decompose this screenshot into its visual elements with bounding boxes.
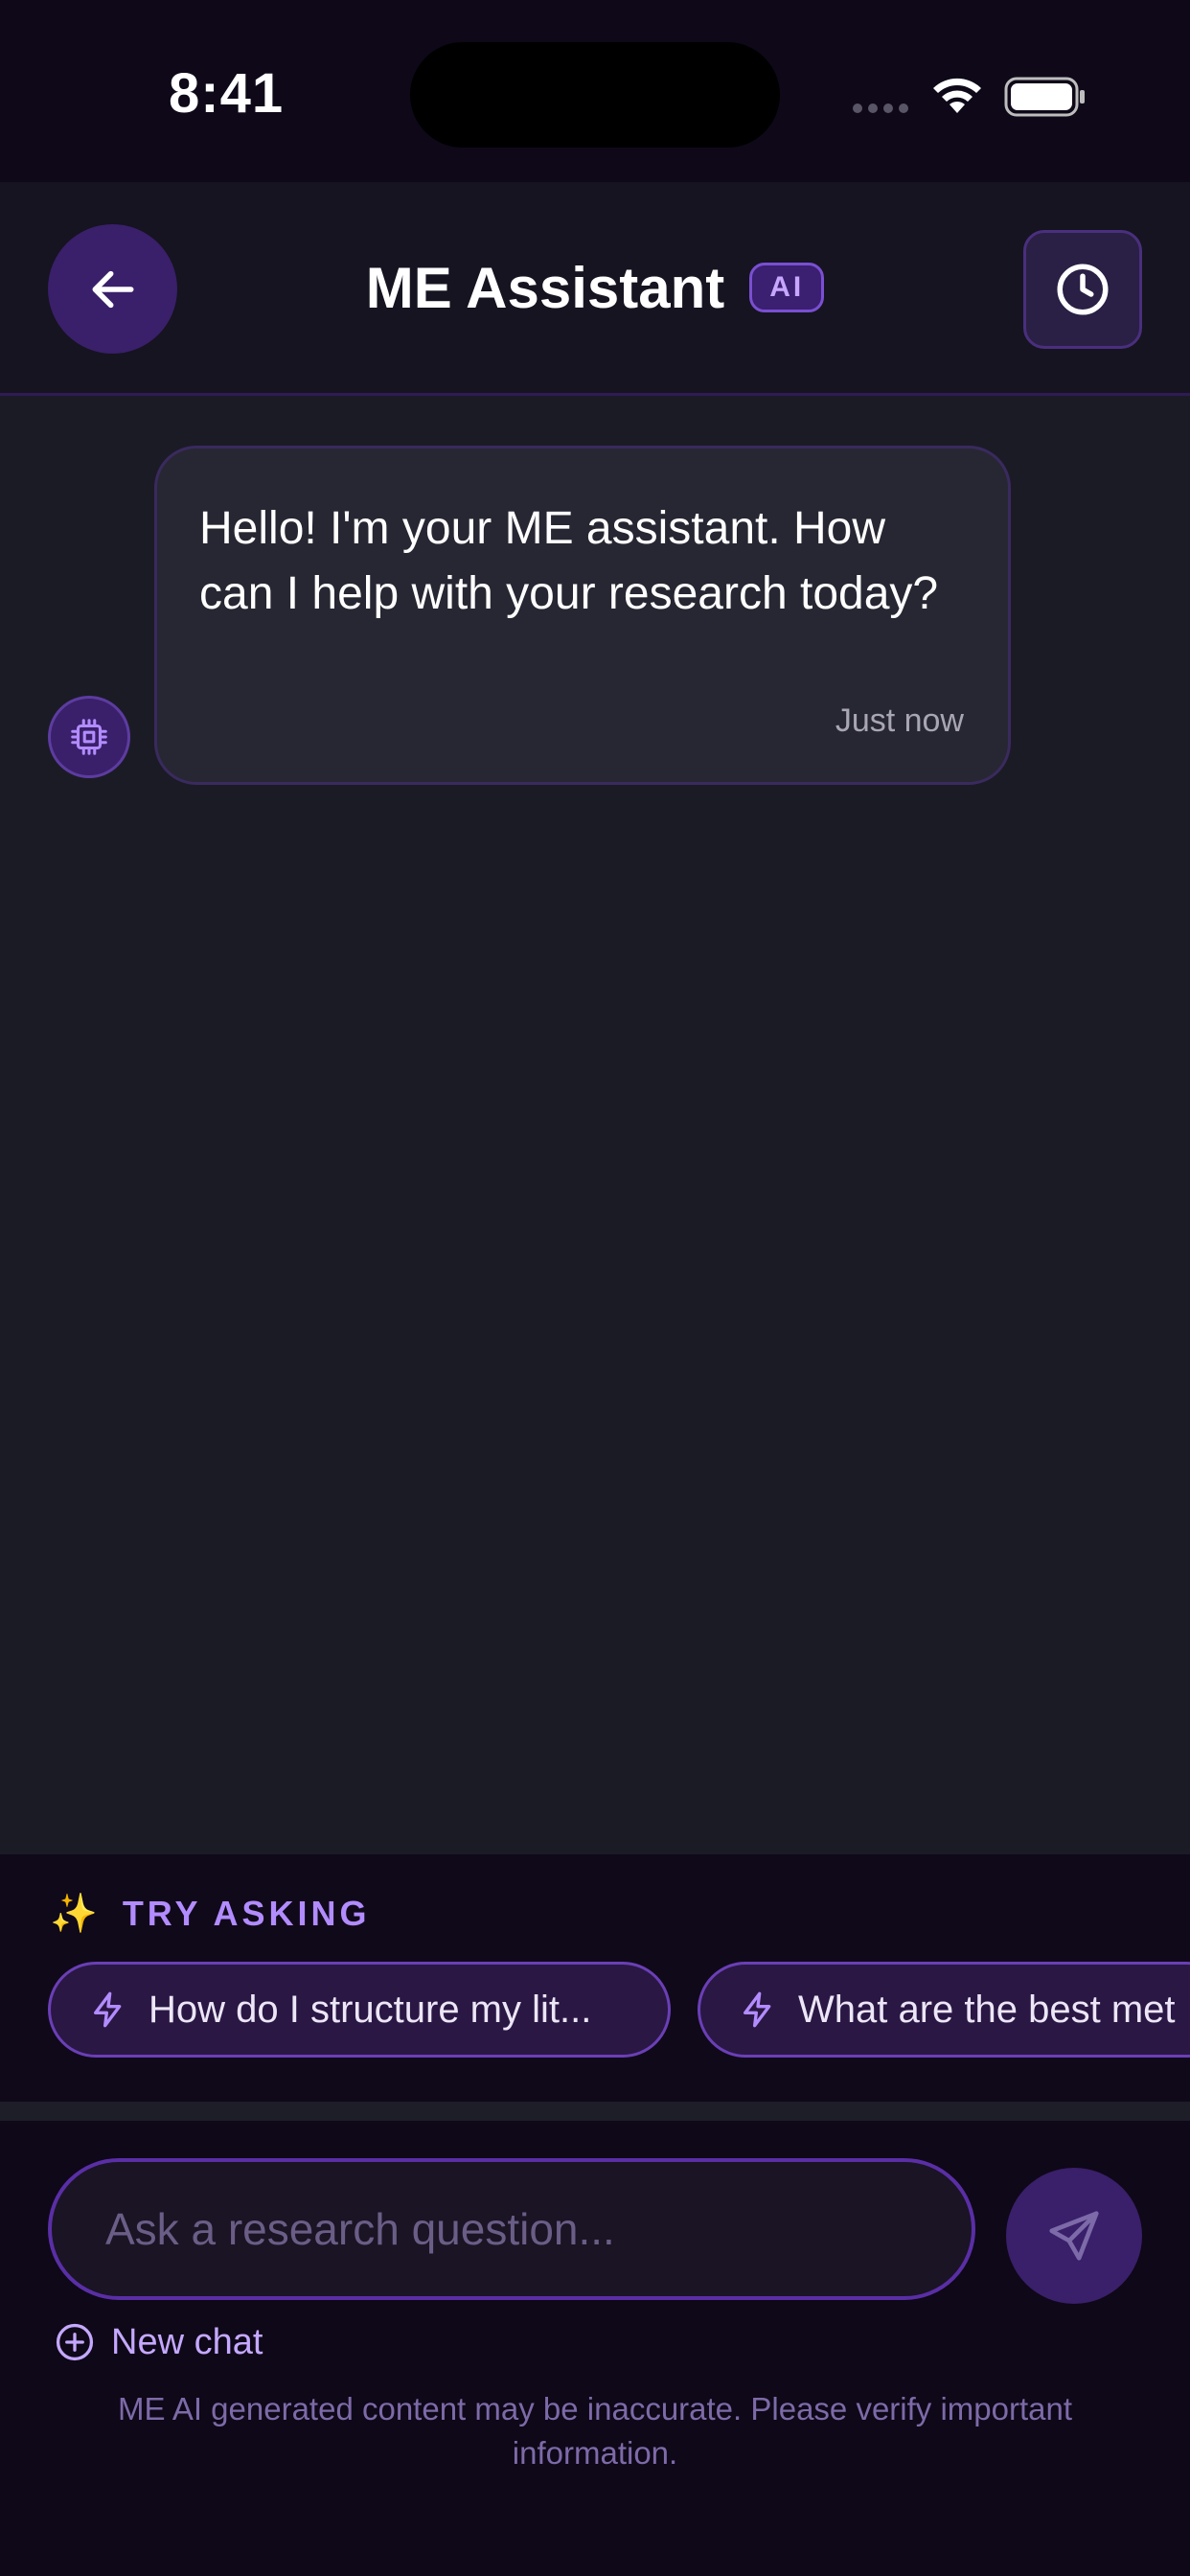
back-button[interactable] [48,224,177,354]
assistant-avatar [48,696,130,778]
message-timestamp: Just now [835,702,964,739]
page-title: ME Assistant [365,255,725,320]
suggestions-header: ✨ TRY ASKING [50,1891,371,1936]
history-button[interactable] [1023,230,1142,349]
suggestion-chip[interactable]: How do I structure my lit... [48,1962,671,2058]
send-button[interactable] [1006,2168,1142,2304]
suggestions-heading: TRY ASKING [122,1893,371,1933]
dynamic-island [410,42,780,148]
header-title-group: ME Assistant AI [0,182,1190,393]
suggestion-chip-label: How do I structure my lit... [149,1988,592,2031]
suggestion-chips: How do I structure my lit... What are th… [48,1962,1190,2058]
status-time: 8:41 [169,62,285,125]
send-icon [1049,2211,1099,2261]
new-chat-label: New chat [111,2321,263,2362]
plus-circle-icon [56,2323,94,2361]
cpu-chip-icon [71,719,107,755]
lightning-icon [744,1991,771,2028]
ai-badge: AI [749,263,825,312]
new-chat-button[interactable]: New chat [54,2321,263,2363]
battery-icon [1004,77,1085,117]
status-bar: 8:41 [0,0,1190,182]
arrow-left-icon [92,270,133,308]
chat-area[interactable]: Hello! I'm your ME assistant. How can I … [0,396,1190,1854]
disclaimer-text: ME AI generated content may be inaccurat… [117,2391,1073,2471]
wifi-icon [933,78,981,113]
lightning-icon [94,1991,122,2028]
clock-icon [1057,264,1109,315]
assistant-message-bubble: Hello! I'm your ME assistant. How can I … [154,446,1011,785]
cellular-signal-icon [853,104,908,113]
suggestion-chip[interactable]: What are the best met [698,1962,1190,2058]
question-input[interactable]: Ask a research question... [48,2158,975,2300]
divider [0,2102,1190,2121]
app-header: ME Assistant AI [0,182,1190,396]
composer: Ask a research question... New chat ME A… [0,2121,1190,2576]
suggestion-chip-label: What are the best met [798,1988,1176,2031]
message-text: Hello! I'm your ME assistant. How can I … [199,503,939,619]
sparkles-icon: ✨ [50,1893,98,1935]
suggestions-panel: ✨ TRY ASKING How do I structure my lit..… [0,1854,1190,2102]
